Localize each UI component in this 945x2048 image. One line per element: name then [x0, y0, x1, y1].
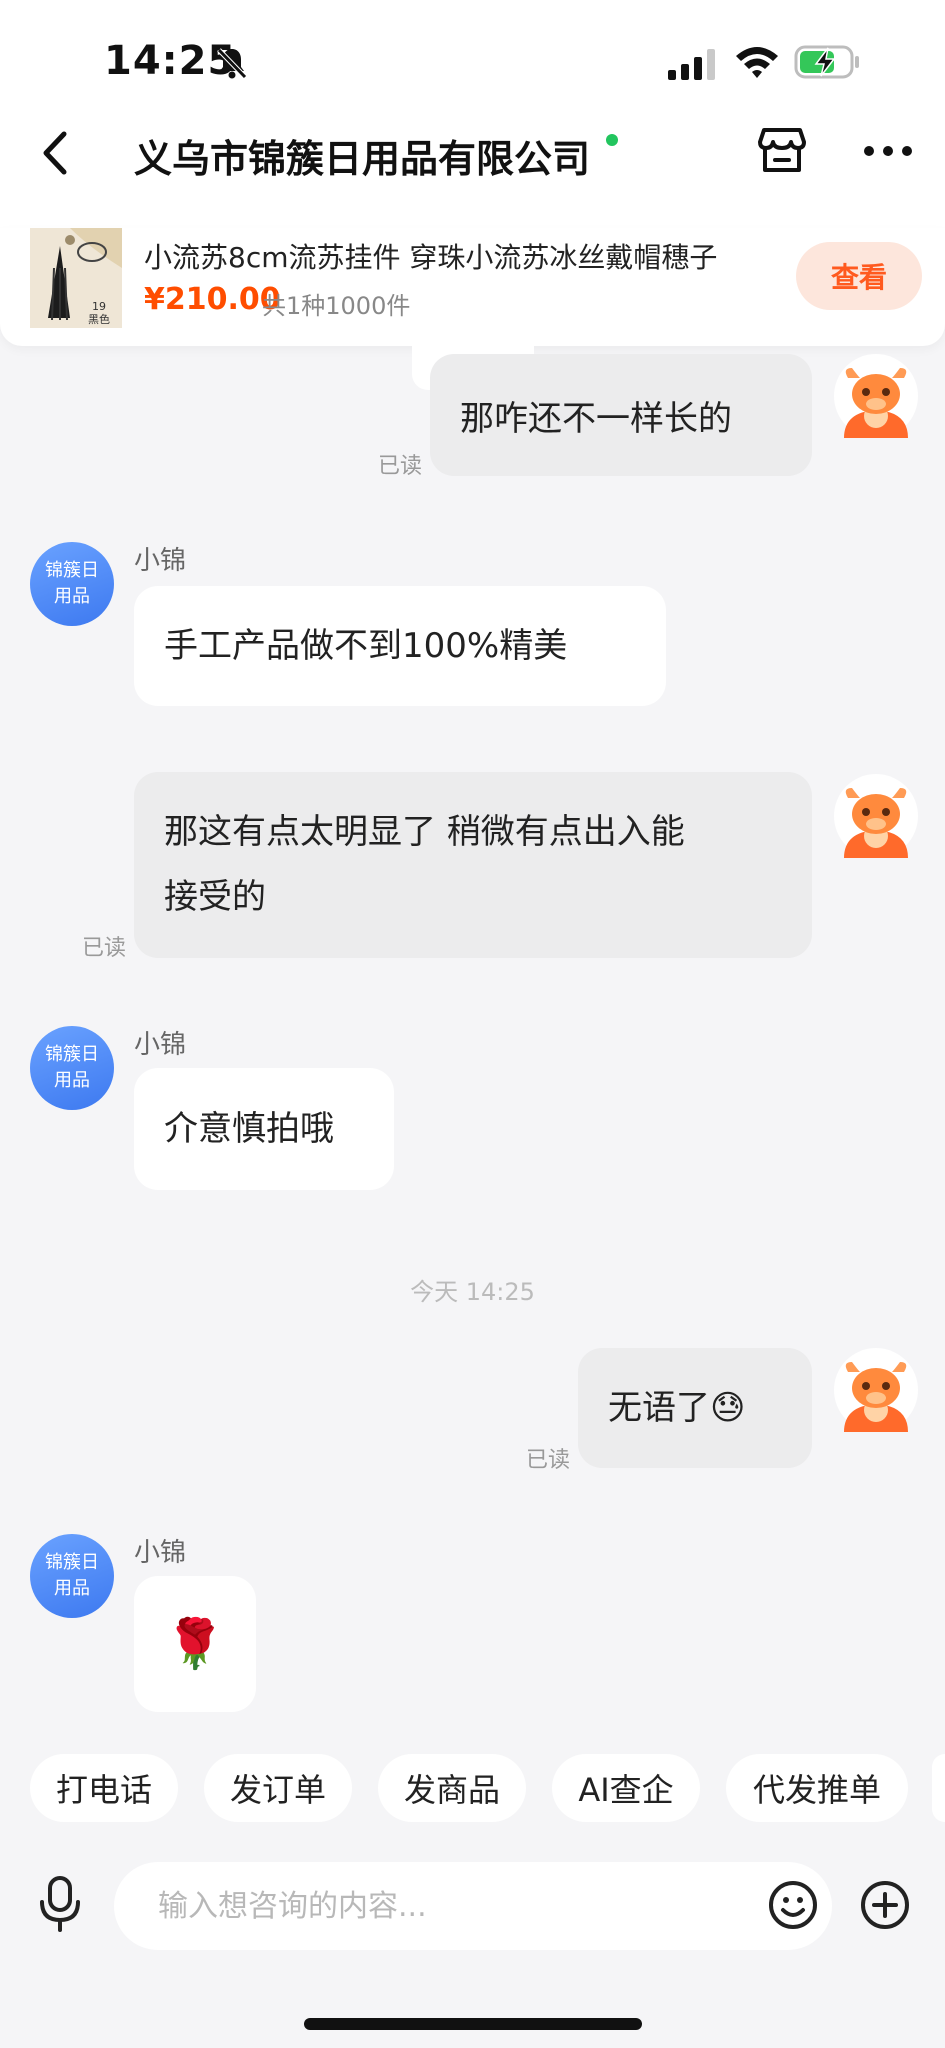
message-text: 介意慎拍哦 [164, 1108, 334, 1149]
signal-icon [668, 49, 715, 80]
battery-charging-icon [794, 45, 859, 79]
message-input-field[interactable] [114, 1862, 832, 1950]
shop-avatar-line-2: 用品 [54, 586, 90, 607]
quick-action-ai-company-check[interactable]: AI查企 [552, 1754, 700, 1822]
message-text-line-2: 接受的 [164, 877, 266, 917]
sender-name: 小锦 [134, 546, 187, 576]
message-text: 手工产品做不到100%精美 [164, 625, 568, 666]
online-status-dot [606, 134, 618, 146]
read-receipt: 已读 [526, 1448, 571, 1473]
thumb-caption: 19 黑色 [82, 300, 116, 326]
microphone-icon[interactable] [38, 1876, 82, 1932]
plus-icon[interactable] [860, 1880, 910, 1930]
product-title[interactable]: 小流苏8cm流苏挂件 穿珠小流苏冰丝戴帽穗子 [144, 236, 717, 276]
sender-name: 小锦 [134, 1030, 187, 1060]
wifi-icon [736, 47, 778, 78]
page-title: 义乌市锦簇日用品有限公司 [134, 137, 591, 181]
shop-avatar[interactable]: 锦簇日 用品 [30, 1026, 114, 1110]
shop-avatar-line-1: 锦簇日 [45, 1552, 99, 1573]
shop-icon[interactable] [756, 124, 808, 176]
message-input[interactable] [158, 1888, 698, 1924]
home-indicator[interactable] [304, 2018, 642, 2030]
user-avatar[interactable] [834, 1348, 918, 1432]
shop-avatar[interactable]: 锦簇日 用品 [30, 1534, 114, 1618]
back-icon[interactable] [36, 128, 72, 178]
quick-action-call[interactable]: 打电话 [30, 1754, 178, 1822]
shop-avatar[interactable]: 锦簇日 用品 [30, 542, 114, 626]
rose-emoji: 🌹 [165, 1615, 225, 1672]
user-avatar[interactable] [834, 354, 918, 438]
product-stock: 共1种1000件 [262, 292, 411, 320]
quick-action-more-partial[interactable] [932, 1754, 945, 1822]
message-bubble-incoming[interactable]: 介意慎拍哦 [134, 1068, 394, 1190]
message-text: 那咋还不一样长的 [460, 398, 732, 439]
shop-avatar-line-2: 用品 [54, 1070, 90, 1091]
view-product-button[interactable]: 查看 [796, 242, 922, 310]
quick-action-send-order[interactable]: 发订单 [204, 1754, 352, 1822]
emoji-icon[interactable] [768, 1880, 818, 1930]
bell-mute-icon [217, 48, 247, 79]
read-receipt: 已读 [378, 454, 423, 479]
product-thumbnail[interactable]: 19 黑色 [30, 228, 122, 328]
message-text-line-1: 那这有点太明显了 稍微有点出入能 [164, 812, 685, 852]
thumb-label-color: 黑色 [88, 313, 110, 326]
more-icon[interactable] [862, 144, 914, 158]
timestamp-divider: 今天 14:25 [410, 1278, 535, 1306]
message-bubble-outgoing[interactable]: 那咋还不一样长的 [430, 354, 812, 476]
shop-avatar-line-1: 锦簇日 [45, 560, 99, 581]
message-bubble-incoming[interactable]: 🌹 [134, 1576, 256, 1712]
message-text: 无语了😓 [608, 1387, 746, 1428]
shop-avatar-line-2: 用品 [54, 1578, 90, 1599]
thumb-label-size: 19 [92, 300, 106, 313]
sender-name: 小锦 [134, 1538, 187, 1568]
quick-action-dropship[interactable]: 代发推单 [726, 1754, 908, 1822]
product-price: ¥210.00 [144, 282, 281, 317]
quick-action-send-product[interactable]: 发商品 [378, 1754, 526, 1822]
message-bubble-outgoing[interactable]: 无语了😓 [578, 1348, 812, 1468]
message-bubble-outgoing[interactable]: 那这有点太明显了 稍微有点出入能 接受的 [134, 772, 812, 958]
read-receipt: 已读 [82, 936, 127, 961]
message-bubble-incoming[interactable]: 手工产品做不到100%精美 [134, 586, 666, 706]
user-avatar[interactable] [834, 774, 918, 858]
shop-avatar-line-1: 锦簇日 [45, 1044, 99, 1065]
